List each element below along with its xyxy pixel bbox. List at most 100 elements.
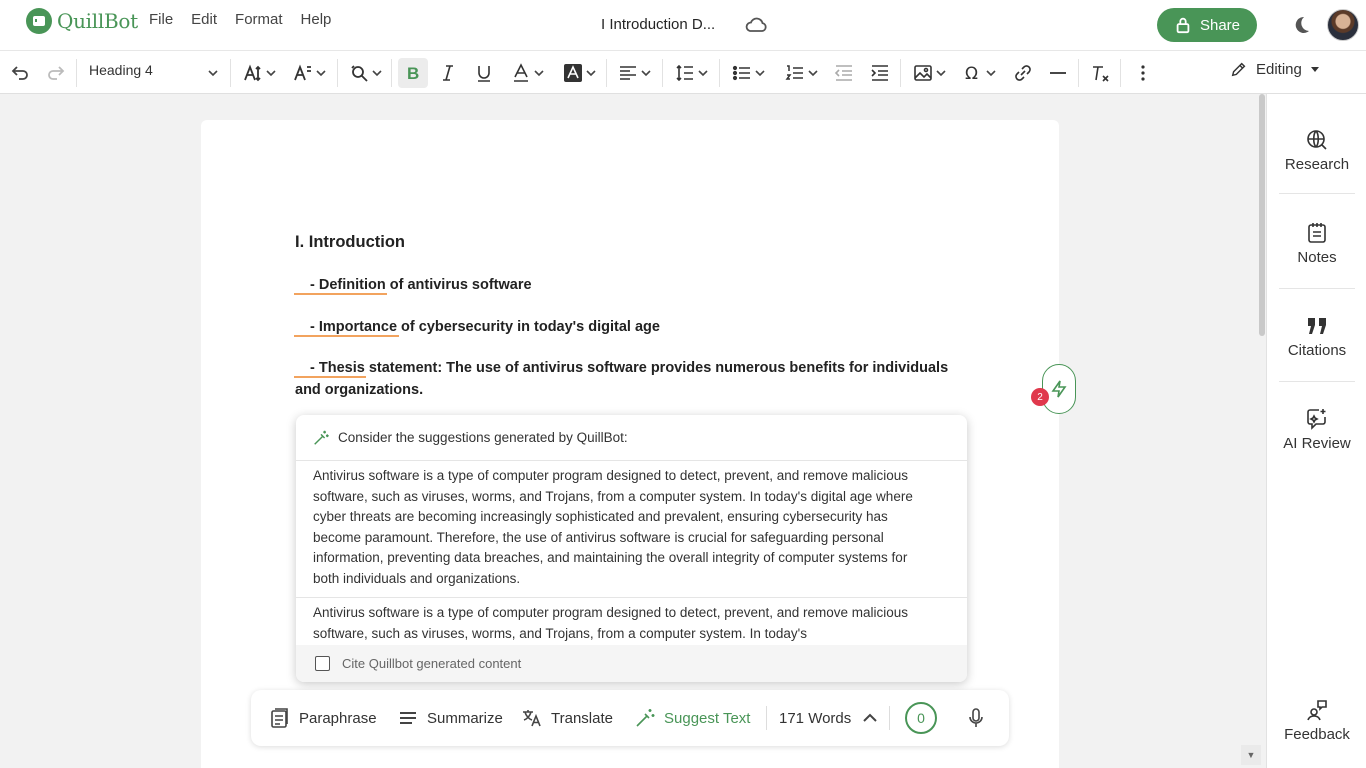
dictation-button[interactable] (965, 690, 987, 746)
cite-checkbox[interactable] (315, 656, 330, 671)
sidebar-item-feedback[interactable]: Feedback (1267, 698, 1366, 743)
quillbot-logo-icon (26, 8, 52, 34)
notes-icon (1308, 223, 1326, 243)
text-style-select[interactable]: Heading 4 (89, 62, 153, 78)
document-heading[interactable]: I. Introduction (295, 233, 405, 252)
suggestion-header-text: Consider the suggestions generated by Qu… (338, 430, 628, 445)
word-count-toggle[interactable]: 171 Words (779, 690, 881, 746)
word-count-label: 171 Words (779, 709, 852, 727)
sidebar-item-ai-review[interactable]: AI Review (1267, 407, 1366, 452)
suggestion-option[interactable]: Antivirus software is a type of computer… (296, 598, 967, 646)
right-sidebar: Research Notes Citations AI Review Feedb… (1266, 94, 1366, 768)
top-bar: QuillBot File Edit Format Help I Introdu… (0, 0, 1366, 50)
more-options-icon[interactable] (1131, 58, 1155, 88)
quote-icon (1308, 318, 1326, 334)
outdent-icon[interactable] (832, 58, 856, 88)
suggestion-count-badge: 2 (1031, 388, 1049, 406)
bold-icon[interactable]: B (398, 58, 428, 88)
writing-tools-bar: Paraphrase Summarize Translate Suggest T… (251, 690, 1009, 746)
suggestion-header: Consider the suggestions generated by Qu… (296, 415, 967, 461)
sidebar-label-citations: Citations (1287, 342, 1347, 359)
editing-chevron-down-icon (1310, 67, 1319, 72)
editing-mode-label: Editing (1256, 60, 1302, 78)
suggestion-option[interactable]: Antivirus software is a type of computer… (296, 461, 967, 598)
user-avatar[interactable] (1327, 9, 1359, 41)
sidebar-label-feedback: Feedback (1284, 726, 1350, 743)
font-family-icon[interactable] (290, 58, 328, 88)
paraphrase-button[interactable]: Paraphrase (269, 690, 377, 746)
microphone-icon (969, 708, 983, 727)
scrollbar-thumb[interactable] (1259, 94, 1265, 336)
horizontal-line-icon[interactable] (1046, 58, 1070, 88)
undo-icon[interactable] (8, 58, 32, 88)
cite-label: Cite Quillbot generated content (342, 656, 522, 671)
ai-review-icon (1307, 409, 1326, 430)
scroll-down-icon[interactable]: ▼ (1241, 745, 1261, 765)
suggest-text-label: Suggest Text (664, 709, 751, 727)
style-chevron-down-icon[interactable] (204, 58, 218, 88)
brand-name: QuillBot (57, 9, 138, 33)
paraphrase-label: Paraphrase (299, 709, 377, 727)
cite-option[interactable]: Cite Quillbot generated content (296, 645, 967, 682)
cloud-sync-icon (744, 14, 768, 36)
sidebar-label-notes: Notes (1297, 249, 1337, 266)
formatting-toolbar: Heading 4 B Ω Editing (0, 50, 1366, 94)
font-size-icon[interactable] (240, 58, 278, 88)
suggest-text-icon (636, 709, 655, 727)
sidebar-label-ai-review: AI Review (1283, 435, 1351, 452)
lock-icon (1176, 17, 1190, 34)
globe-search-icon (1307, 130, 1327, 150)
svg-text:B: B (407, 64, 419, 83)
dark-mode-icon[interactable] (1290, 14, 1312, 36)
italic-icon[interactable] (436, 58, 460, 88)
summarize-button[interactable]: Summarize (397, 690, 503, 746)
menu-help[interactable]: Help (301, 11, 332, 28)
image-icon[interactable] (908, 58, 950, 88)
chevron-up-icon (863, 713, 877, 722)
underline-icon[interactable] (472, 58, 496, 88)
menu-file[interactable]: File (149, 11, 173, 28)
menu-format[interactable]: Format (235, 11, 283, 28)
feedback-icon (1307, 700, 1327, 721)
line-spacing-icon[interactable] (670, 58, 712, 88)
doc-line-thesis[interactable]: - Thesis statement: The use of antivirus… (295, 357, 948, 379)
suggestion-underline (294, 335, 399, 337)
doc-line-thesis-continued[interactable]: and organizations. (295, 379, 423, 401)
suggestion-panel: Consider the suggestions generated by Qu… (296, 415, 967, 682)
translate-button[interactable]: Translate (521, 690, 613, 746)
suggest-text-button[interactable]: Suggest Text (634, 690, 750, 746)
menu-edit[interactable]: Edit (191, 11, 217, 28)
quillbot-logo[interactable]: QuillBot (26, 8, 138, 34)
sidebar-item-notes[interactable]: Notes (1267, 221, 1366, 266)
issue-count-badge[interactable]: 0 (905, 702, 937, 734)
highlight-color-icon[interactable] (559, 58, 599, 88)
text-style-value: Heading 4 (89, 62, 153, 78)
suggestion-underline (294, 293, 387, 295)
document-title[interactable]: I Introduction D... (601, 16, 715, 33)
quick-suggest-button[interactable] (1042, 364, 1076, 414)
magic-wand-icon (314, 430, 329, 445)
menu-bar: File Edit Format Help (149, 11, 331, 28)
pencil-icon (1231, 62, 1246, 77)
text-color-icon[interactable] (507, 58, 547, 88)
sidebar-label-research: Research (1284, 156, 1350, 173)
indent-icon[interactable] (868, 58, 892, 88)
editing-mode-select[interactable]: Editing (1230, 60, 1320, 78)
summarize-icon (400, 712, 416, 724)
align-left-icon[interactable] (614, 58, 654, 88)
lightning-icon (1051, 380, 1067, 398)
redo-icon[interactable] (44, 58, 68, 88)
suggestion-underline (294, 376, 366, 378)
numbered-list-icon[interactable] (780, 58, 822, 88)
sidebar-item-citations[interactable]: Citations (1267, 314, 1366, 359)
clear-formatting-icon[interactable] (1088, 58, 1112, 88)
summarize-label: Summarize (427, 709, 503, 727)
paraphrase-icon (271, 708, 288, 728)
link-icon[interactable] (1011, 58, 1035, 88)
bulleted-list-icon[interactable] (727, 58, 769, 88)
special-character-icon[interactable]: Ω (958, 58, 1000, 88)
find-replace-icon[interactable] (346, 58, 384, 88)
translate-icon (523, 710, 541, 727)
sidebar-item-research[interactable]: Research (1267, 128, 1366, 173)
share-button[interactable]: Share (1157, 8, 1257, 42)
